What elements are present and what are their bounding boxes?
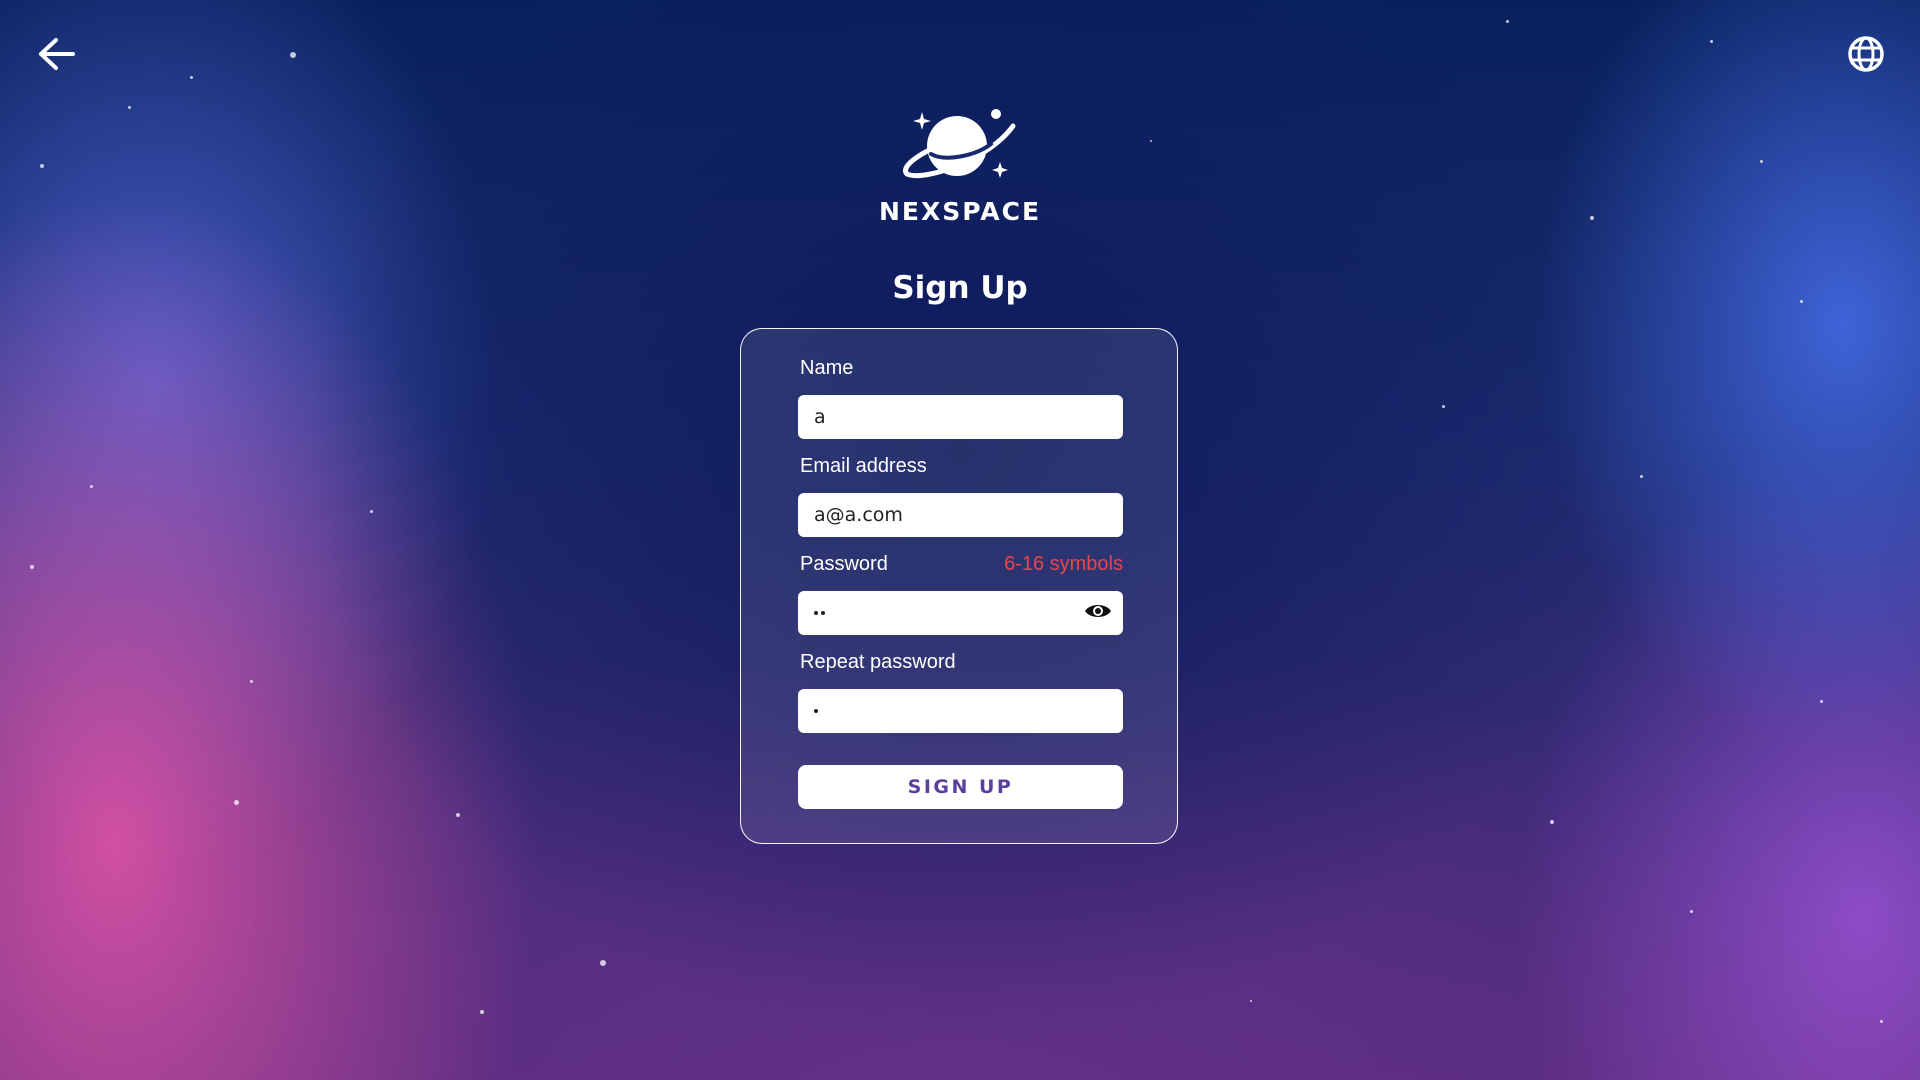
repeat-password-label: Repeat password [800, 651, 956, 673]
password-mask [814, 611, 825, 615]
arrow-left-icon [36, 36, 76, 77]
globe-icon [1847, 35, 1885, 78]
email-label: Email address [800, 455, 927, 477]
password-hint: 6-16 symbols [1004, 553, 1123, 575]
signup-form: Name Email address Password 6-16 symbols [740, 328, 1178, 844]
sign-up-button[interactable]: SIGN UP [798, 765, 1123, 809]
planet-icon [895, 109, 1025, 194]
eye-icon [1083, 601, 1113, 626]
repeat-password-field: Repeat password [798, 649, 1123, 733]
toggle-password-button[interactable] [1083, 602, 1113, 624]
repeat-password-input[interactable] [798, 689, 1123, 733]
mask-dot [821, 611, 825, 615]
name-input[interactable] [798, 395, 1123, 439]
brand-logo: NEXSPACE [860, 104, 1060, 226]
email-input[interactable] [798, 493, 1123, 537]
name-field: Name [798, 355, 1123, 439]
email-input-box[interactable] [798, 493, 1123, 537]
password-input[interactable] [798, 591, 1123, 635]
brand-name: NEXSPACE [878, 197, 1042, 226]
mask-dot [814, 611, 818, 615]
name-input-box[interactable] [798, 395, 1123, 439]
password-label: Password [800, 553, 888, 575]
page-title: Sign Up [892, 270, 1028, 306]
name-label: Name [800, 357, 854, 379]
mask-dot [814, 709, 818, 713]
password-label-row: Password 6-16 symbols [798, 551, 1123, 577]
back-button[interactable] [34, 36, 78, 76]
password-field: Password 6-16 symbols [798, 551, 1123, 635]
email-field: Email address [798, 453, 1123, 537]
language-button[interactable] [1846, 35, 1886, 78]
repeat-password-mask [814, 709, 818, 713]
